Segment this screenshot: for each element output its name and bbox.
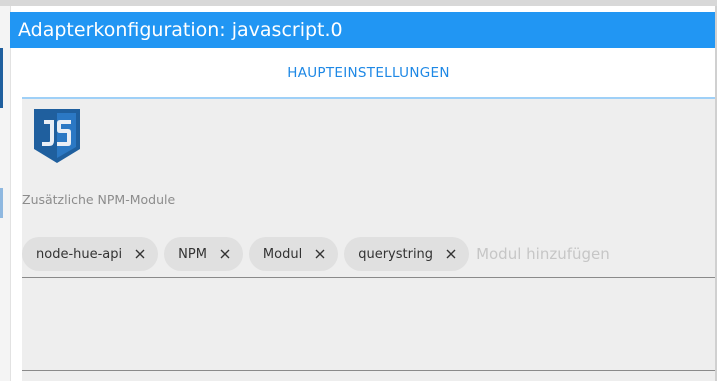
- close-icon[interactable]: [312, 246, 328, 262]
- add-module-input[interactable]: [476, 239, 657, 269]
- close-icon[interactable]: [443, 246, 459, 262]
- module-chip-label: NPM: [178, 246, 207, 262]
- settings-content: Zusätzliche NPM-Module node-hue-api NPM …: [22, 99, 715, 381]
- module-chip: Modul: [248, 237, 339, 271]
- left-edge-accent: [0, 48, 3, 108]
- left-edge-accent: [0, 188, 3, 218]
- close-icon[interactable]: [132, 246, 148, 262]
- adapter-config-dialog: Adapterkonfiguration: javascript.0 HAUPT…: [0, 0, 717, 381]
- npm-modules-label: Zusätzliche NPM-Module: [22, 192, 176, 207]
- module-chip: querystring: [344, 237, 470, 271]
- close-icon[interactable]: [217, 246, 233, 262]
- dialog-title: Adapterkonfiguration: javascript.0: [10, 12, 715, 48]
- input-underline: [22, 277, 715, 278]
- top-strip: [0, 0, 717, 6]
- left-edge: [0, 6, 11, 381]
- tab-main-settings[interactable]: HAUPTEINSTELLUNGEN: [22, 48, 715, 97]
- npm-modules-chip-input: node-hue-api NPM Modul querystring: [22, 237, 657, 271]
- module-chip: NPM: [164, 237, 243, 271]
- tab-bar: HAUPTEINSTELLUNGEN: [22, 48, 715, 99]
- module-chip-label: Modul: [262, 246, 303, 262]
- module-chip-label: node-hue-api: [36, 246, 123, 262]
- javascript-logo-icon: [34, 109, 80, 163]
- module-chip: node-hue-api: [22, 237, 159, 271]
- module-chip-label: querystring: [358, 246, 434, 262]
- divider: [22, 370, 715, 371]
